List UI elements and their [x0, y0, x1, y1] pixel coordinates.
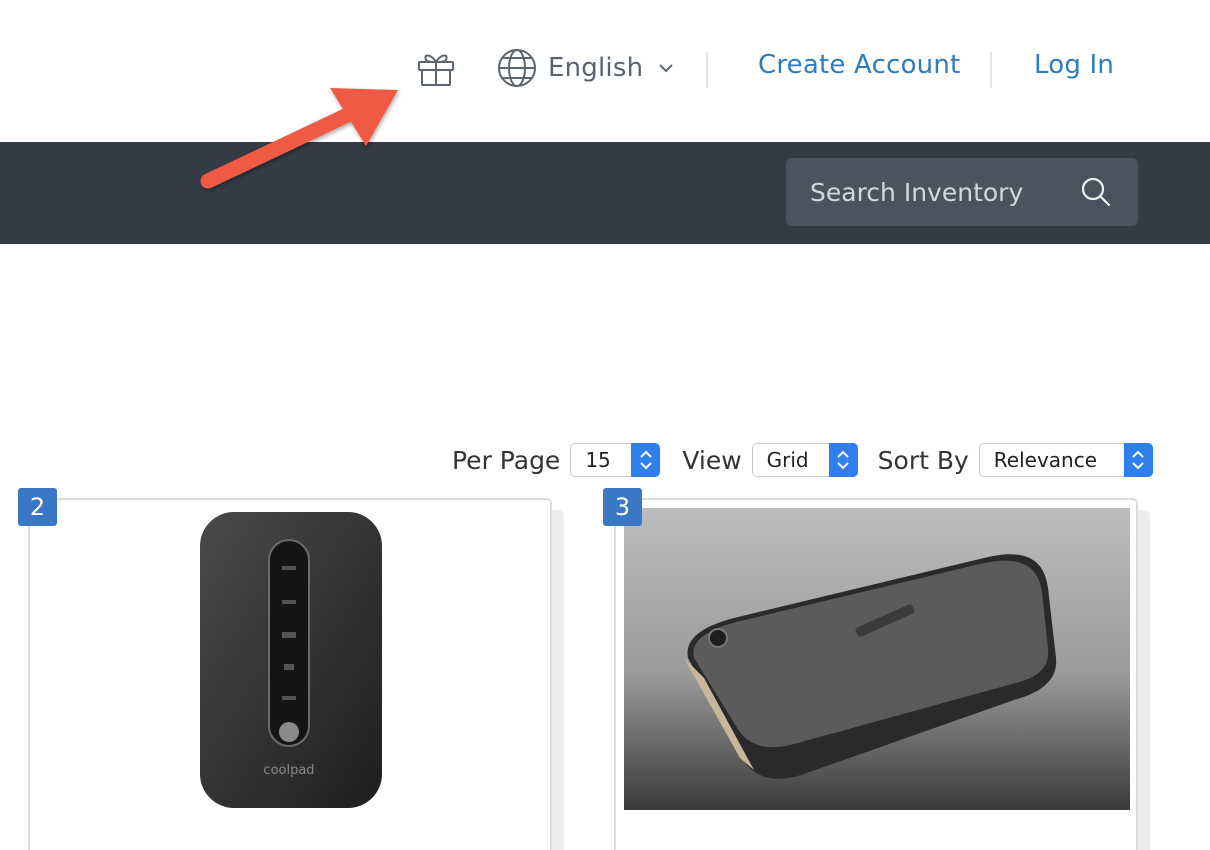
product-number-badge: 3	[603, 488, 642, 526]
gift-icon[interactable]	[416, 48, 456, 88]
top-header: English Create Account Log In	[0, 0, 1210, 142]
per-page-value: 15	[585, 448, 611, 472]
view-select[interactable]: Grid	[751, 443, 858, 477]
product-card[interactable]	[614, 498, 1138, 850]
select-stepper-icon	[1123, 443, 1153, 477]
product-number-badge: 2	[18, 488, 57, 526]
sort-by-select[interactable]: Relevance	[978, 443, 1153, 477]
search-icon[interactable]	[1080, 176, 1112, 208]
select-stepper-icon	[631, 443, 661, 477]
product-brand-text: coolpad	[263, 763, 314, 778]
sort-by-label: Sort By	[877, 445, 969, 475]
header-divider	[990, 52, 992, 88]
listing-controls: Per Page 15 View Grid Sort By Relevance	[452, 442, 1153, 478]
external-hard-drive-image	[624, 508, 1130, 810]
view-label: View	[682, 445, 742, 475]
search-bar	[0, 142, 1210, 244]
sort-by-value: Relevance	[993, 448, 1098, 472]
login-link[interactable]: Log In	[1034, 50, 1114, 80]
per-page-label: Per Page	[452, 445, 561, 475]
search-input[interactable]	[786, 158, 1076, 226]
view-value: Grid	[766, 448, 809, 472]
globe-icon	[498, 49, 536, 87]
language-label: English	[548, 53, 644, 83]
language-selector[interactable]: English	[497, 46, 675, 90]
select-stepper-icon	[828, 443, 858, 477]
chevron-down-icon	[659, 64, 674, 73]
create-account-link[interactable]: Create Account	[758, 50, 960, 80]
header-divider	[706, 52, 708, 88]
per-page-select[interactable]: 15	[570, 443, 661, 477]
product-card[interactable]: coolpad	[28, 498, 552, 850]
portable-hotspot-image: coolpad	[200, 512, 382, 808]
search-box	[786, 158, 1138, 226]
